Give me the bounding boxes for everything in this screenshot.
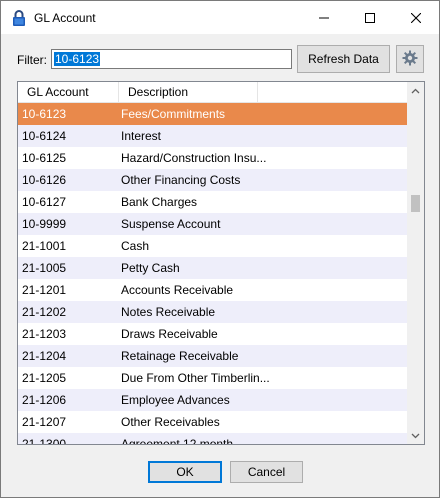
gl-account-cell: 21-1205 [22, 371, 67, 385]
gear-icon [402, 50, 418, 69]
gl-account-cell: 21-1203 [22, 327, 67, 341]
table-row[interactable]: 21-1204 Retainage Receivable [18, 345, 408, 367]
table-row[interactable]: 21-1201 Accounts Receivable [18, 279, 408, 301]
scroll-up-icon[interactable] [407, 82, 424, 99]
gl-account-cell: 21-1005 [22, 261, 67, 275]
maximize-icon[interactable] [347, 1, 393, 34]
description-cell: Fees/Commitments [121, 107, 226, 121]
gl-account-cell: 10-6126 [22, 173, 67, 187]
gl-account-cell: 10-6123 [22, 107, 67, 121]
gl-account-cell: 21-1202 [22, 305, 67, 319]
table-row[interactable]: 10-9999 Suspense Account [18, 213, 408, 235]
window-title: GL Account [34, 11, 96, 25]
description-cell: Bank Charges [121, 195, 198, 209]
description-cell: Agreement 12 month [121, 437, 234, 445]
table-row[interactable]: 21-1300 Agreement 12 month [18, 433, 408, 445]
filter-input-value: 10-6123 [54, 52, 101, 66]
table-row[interactable]: 10-6125 Hazard/Construction Insu... [18, 147, 408, 169]
gl-account-cell: 21-1001 [22, 239, 67, 253]
description-cell: Interest [121, 129, 162, 143]
column-header-gl-account[interactable]: GL Account [18, 82, 119, 102]
vertical-scrollbar[interactable] [407, 82, 424, 444]
table-row[interactable]: 10-6124 Interest [18, 125, 408, 147]
table-row[interactable]: 10-6123 Fees/Commitments [18, 103, 408, 125]
column-header-description[interactable]: Description [119, 82, 258, 102]
scroll-down-icon[interactable] [407, 427, 424, 444]
table-row[interactable]: 21-1001 Cash [18, 235, 408, 257]
description-cell: Employee Advances [121, 393, 230, 407]
minimize-icon[interactable] [301, 1, 347, 34]
description-cell: Hazard/Construction Insu... [121, 151, 267, 165]
settings-button[interactable] [396, 45, 424, 73]
grid-header: GL Account Description [18, 82, 408, 103]
table-row[interactable]: 21-1207 Other Receivables [18, 411, 408, 433]
gl-account-grid[interactable]: GL Account Description 10-6123 Fees/Commi… [17, 81, 425, 445]
gl-account-cell: 10-6125 [22, 151, 67, 165]
gl-account-cell: 10-9999 [22, 217, 67, 231]
table-row[interactable]: 21-1205 Due From Other Timberlin... [18, 367, 408, 389]
table-row[interactable]: 10-6127 Bank Charges [18, 191, 408, 213]
description-cell: Accounts Receivable [121, 283, 234, 297]
gl-account-cell: 21-1300 [22, 437, 67, 445]
gl-account-cell: 21-1201 [22, 283, 67, 297]
description-cell: Cash [121, 239, 150, 253]
gl-account-dialog: GL Account Filter: 10-6123 Refresh Data [0, 0, 440, 498]
scrollbar-thumb[interactable] [411, 195, 420, 212]
refresh-data-button[interactable]: Refresh Data [297, 45, 390, 73]
filter-label: Filter: [17, 53, 47, 67]
description-cell: Draws Receivable [121, 327, 218, 341]
description-cell: Suspense Account [121, 217, 221, 231]
lock-icon [12, 9, 26, 27]
title-bar[interactable]: GL Account [1, 1, 439, 34]
table-row[interactable]: 21-1206 Employee Advances [18, 389, 408, 411]
cancel-button[interactable]: Cancel [230, 461, 303, 483]
description-cell: Other Financing Costs [121, 173, 241, 187]
description-cell: Due From Other Timberlin... [121, 371, 270, 385]
ok-button[interactable]: OK [148, 461, 222, 483]
filter-input[interactable]: 10-6123 [51, 49, 292, 69]
description-cell: Notes Receivable [121, 305, 216, 319]
gl-account-cell: 21-1204 [22, 349, 67, 363]
close-icon[interactable] [393, 1, 439, 34]
gl-account-cell: 10-6124 [22, 129, 67, 143]
table-row[interactable]: 21-1005 Petty Cash [18, 257, 408, 279]
table-row[interactable]: 21-1203 Draws Receivable [18, 323, 408, 345]
gl-account-cell: 21-1207 [22, 415, 67, 429]
grid-rows: 10-6123 Fees/Commitments 10-6124 Interest 10… [18, 103, 408, 445]
gl-account-cell: 10-6127 [22, 195, 67, 209]
table-row[interactable]: 10-6126 Other Financing Costs [18, 169, 408, 191]
description-cell: Retainage Receivable [121, 349, 239, 363]
gl-account-cell: 21-1206 [22, 393, 67, 407]
description-cell: Other Receivables [121, 415, 220, 429]
description-cell: Petty Cash [121, 261, 180, 275]
table-row[interactable]: 21-1202 Notes Receivable [18, 301, 408, 323]
